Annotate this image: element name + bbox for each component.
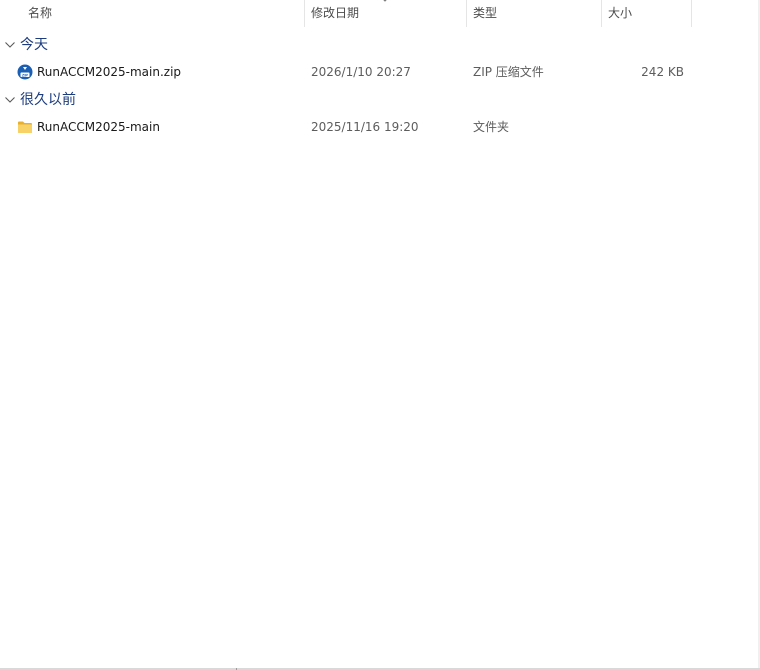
- chevron-down-icon[interactable]: [4, 94, 16, 106]
- folder-icon: [18, 121, 32, 133]
- folder-size: [602, 115, 684, 139]
- file-date: 2026/1/10 20:27: [311, 65, 411, 79]
- column-header-type[interactable]: 类型: [467, 0, 601, 27]
- column-header-name[interactable]: 名称: [22, 0, 304, 27]
- zip-file-icon: ZIP: [17, 64, 33, 80]
- column-divider[interactable]: [691, 0, 692, 27]
- folder-name: RunACCM2025-main: [37, 120, 160, 134]
- group-header-today[interactable]: 今天: [0, 34, 760, 56]
- file-name: RunACCM2025-main.zip: [37, 65, 182, 79]
- sort-descending-icon: [383, 0, 387, 2]
- file-row-folder[interactable]: RunACCM2025-main 2025/11/16 19:20 文件夹: [0, 115, 760, 139]
- file-explorer-details-view: 名称 修改日期 类型 大小 今天 ZIP RunACCM2025-main.zi…: [0, 0, 760, 670]
- file-type: ZIP 压缩文件: [473, 65, 544, 79]
- folder-date: 2025/11/16 19:20: [311, 120, 419, 134]
- file-size: 242 KB: [641, 65, 684, 79]
- file-row-zip[interactable]: ZIP RunACCM2025-main.zip 2026/1/10 20:27…: [0, 60, 760, 84]
- column-header-bar: 名称 修改日期 类型 大小: [0, 0, 760, 27]
- group-header-long-ago[interactable]: 很久以前: [0, 89, 760, 111]
- column-header-date[interactable]: 修改日期: [305, 0, 466, 27]
- group-title: 今天: [20, 37, 48, 53]
- svg-text:ZIP: ZIP: [22, 72, 29, 77]
- column-header-size[interactable]: 大小: [602, 0, 691, 27]
- folder-type: 文件夹: [473, 120, 510, 134]
- group-title: 很久以前: [20, 92, 76, 108]
- chevron-down-icon[interactable]: [4, 39, 16, 51]
